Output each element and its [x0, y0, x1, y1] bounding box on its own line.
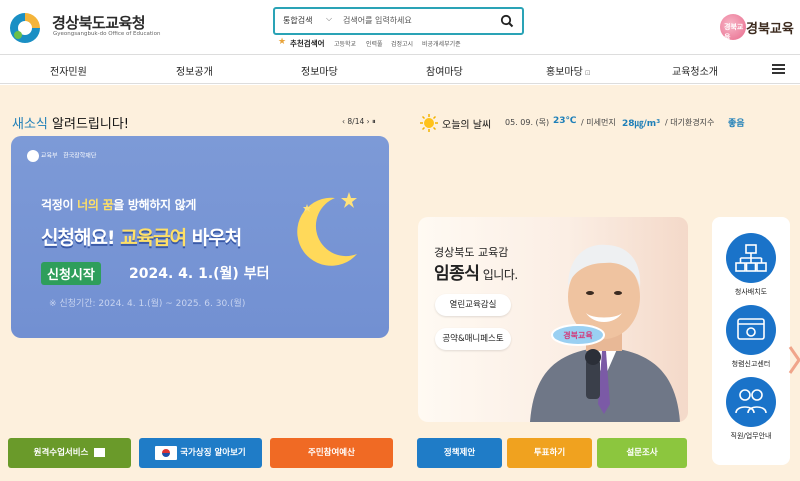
chevron-down-icon[interactable]: ⌵	[326, 14, 332, 24]
logo-subtitle: Gyeongsangbuk-do Office of Education	[53, 31, 161, 37]
superintendent-name: 임종식 입니다.	[434, 264, 518, 284]
page-indicator: 8/14	[347, 117, 365, 126]
weather-date: 05. 09. (목)	[505, 118, 550, 127]
nav-item-civil-service[interactable]: 전자민원	[50, 63, 87, 78]
recommended-keyword[interactable]: 인력풀	[366, 39, 383, 48]
logo-mark-icon	[10, 13, 40, 43]
dust-label: / 미세먼지	[581, 118, 616, 127]
brand-slogan[interactable]: 경북교육 경북교육	[720, 12, 796, 42]
nav-item-promotion[interactable]: 홍보마당 ⊡	[546, 63, 591, 78]
superintendent-title: 경상북도 교육감	[434, 246, 509, 259]
banner-logo-moe: 교육부	[40, 152, 58, 160]
quick-links: 원격수업서비스 국가상징 알아보기 주민참여예산	[8, 438, 408, 468]
air-quality-value: 좋음	[728, 119, 745, 129]
policy-proposal-button[interactable]: 정책제안	[417, 438, 502, 468]
side-item-building-map[interactable]: 청사배치도	[712, 233, 790, 303]
crescent-moon-icon	[297, 192, 357, 266]
air-quality-label: / 대기환경지수	[665, 118, 715, 127]
next-arrow-icon[interactable]: ›	[367, 117, 370, 126]
pause-icon[interactable]: ⏸	[372, 117, 376, 126]
side-item-staff-guide[interactable]: 직원/업무안내	[712, 377, 790, 447]
external-link-icon: ⊡	[584, 69, 591, 77]
recommended-keyword[interactable]: 비공개세부기준	[422, 39, 461, 48]
flag-icon	[155, 445, 178, 460]
nav-item-participation[interactable]: 참여마당	[426, 63, 463, 78]
banner-logos: 교육부 한국장학재단	[27, 150, 96, 162]
news-pager: ‹ 8/14 › ⏸	[342, 117, 376, 127]
survey-button[interactable]: 설문조사	[597, 438, 687, 468]
site-header: 경상북도교육청 Gyeongsangbuk-do Office of Educa…	[0, 0, 800, 54]
brand-mark-text: 경북교육	[724, 23, 744, 41]
banner-period: ※ 신청기간: 2024. 4. 1.(월) ~ 2025. 6. 30.(월)	[49, 299, 246, 309]
banner-logo-kosaf: 한국장학재단	[63, 152, 97, 160]
weather-temperature: 23℃	[553, 116, 577, 126]
sun-icon	[420, 114, 438, 132]
brand-emblem: 경북교육	[720, 14, 746, 41]
brand-text: 경북교육	[746, 22, 794, 37]
main-navigation: 전자민원 정보공개 정보마당 참여마당 홍보마당 ⊡ 교육청소개	[0, 54, 800, 84]
report-center-icon	[726, 305, 776, 355]
weather-label: 오늘의 날씨	[442, 120, 492, 131]
nav-item-about[interactable]: 교육청소개	[672, 63, 718, 78]
news-title: 새소식 알려드립니다!	[12, 113, 129, 132]
news-header: 새소식 알려드립니다! ‹ 8/14 › ⏸	[12, 113, 392, 133]
nav-item-promotion-label: 홍보마당	[546, 67, 583, 78]
superintendent-photo: 경북교육	[530, 244, 680, 422]
next-slide-arrow-icon[interactable]	[788, 345, 800, 375]
news-title-rest: 알려드립니다!	[47, 117, 129, 132]
national-symbol-button[interactable]: 국가상징 알아보기	[139, 438, 262, 468]
superintendent-panel: 경상북도 교육감 임종식 입니다. 열린교육감실 공약&매니페스토 경북교육	[418, 217, 688, 422]
banner-start-badge: 신청시작	[41, 262, 101, 285]
org-chart-icon	[726, 233, 776, 283]
side-item-label: 청사배치도	[734, 288, 768, 296]
banner-start-date: 2024. 4. 1.(월) 부터	[129, 266, 270, 282]
side-item-label: 직원/업무안내	[730, 432, 772, 440]
remote-class-button[interactable]: 원격수업서비스	[8, 438, 131, 468]
recommended-label: 추천검색어	[290, 39, 325, 48]
search-box: 통합검색 ⌵ 검색어를 입력하세요	[273, 7, 524, 35]
weather-bar: 오늘의 날씨 05. 09. (목) 23℃ / 미세먼지 28㎍/m³ / 대…	[420, 113, 800, 133]
news-title-highlight: 새소식	[12, 117, 48, 132]
star-icon: ★	[278, 37, 287, 47]
banner-headline-2: 신청해요! 교육급여 바우처	[41, 227, 242, 249]
hamburger-menu-icon[interactable]	[772, 64, 785, 74]
nav-item-info-disclosure[interactable]: 정보공개	[176, 63, 213, 78]
resident-budget-button[interactable]: 주민참여예산	[270, 438, 393, 468]
banner-headline-1: 걱정이 너의 꿈을 방해하지 않게	[41, 198, 197, 212]
news-banner[interactable]: 교육부 한국장학재단 걱정이 너의 꿈을 방해하지 않게 신청해요! 교육급여 …	[11, 136, 389, 338]
search-category-select[interactable]: 통합검색	[283, 15, 312, 26]
recommended-keyword[interactable]: 고등학교	[334, 39, 356, 48]
vote-button[interactable]: 투표하기	[507, 438, 592, 468]
staff-icon	[726, 377, 776, 427]
dust-value: 28㎍/m³	[622, 119, 661, 129]
participation-tools: 정책제안 투표하기 설문조사	[417, 438, 687, 468]
nav-item-info-board[interactable]: 정보마당	[301, 63, 338, 78]
side-quick-menu: 청사배치도 청렴신고센터 직원/업무안내	[712, 217, 790, 465]
list-icon	[94, 448, 106, 457]
svg-text:경북교육: 경북교육	[563, 330, 593, 340]
search-input[interactable]: 검색어를 입력하세요	[343, 15, 412, 26]
open-office-button[interactable]: 열린교육감실	[435, 294, 511, 316]
search-icon[interactable]	[499, 13, 515, 29]
recommended-keyword[interactable]: 검정고시	[391, 39, 413, 48]
site-logo[interactable]: 경상북도교육청 Gyeongsangbuk-do Office of Educa…	[8, 9, 168, 45]
pledge-manifesto-button[interactable]: 공약&매니페스토	[435, 328, 511, 350]
logo-title: 경상북도교육청	[52, 14, 146, 32]
side-item-label: 청렴신고센터	[731, 360, 771, 368]
side-item-integrity-center[interactable]: 청렴신고센터	[712, 305, 790, 375]
prev-arrow-icon[interactable]: ‹	[342, 117, 345, 126]
